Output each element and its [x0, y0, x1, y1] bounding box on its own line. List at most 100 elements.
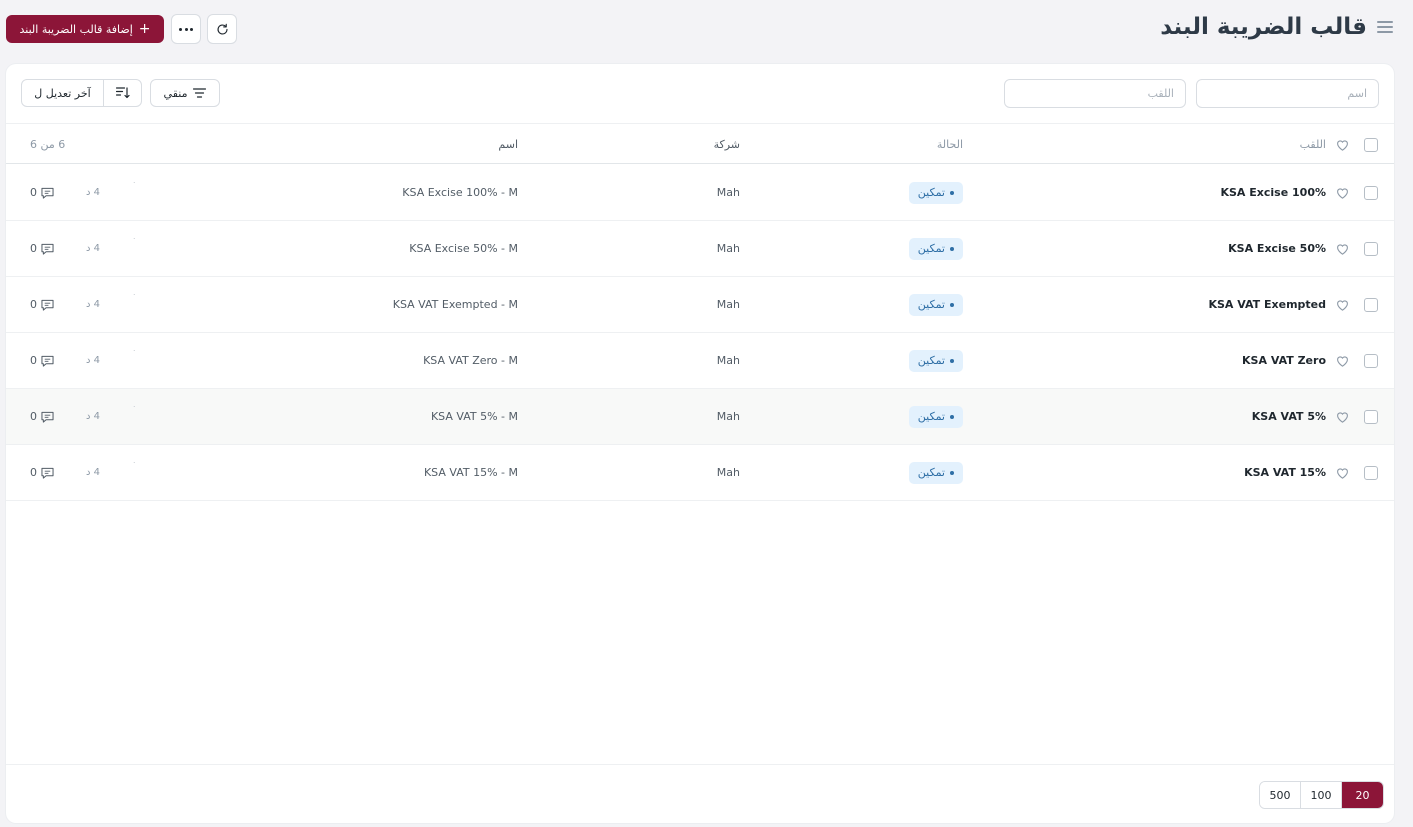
row-modified: 4 د	[86, 411, 101, 422]
row-checkbox[interactable]	[1364, 409, 1378, 424]
row-indicator: ˙	[132, 181, 137, 192]
status-cell: تمكين	[908, 165, 963, 220]
row-title[interactable]: KSA Excise 100%	[1220, 165, 1326, 220]
row-checkbox-cell	[1364, 445, 1378, 500]
status-badge: تمكين	[908, 181, 963, 204]
ellipsis-icon	[179, 27, 193, 31]
page-length-100[interactable]: 100	[1301, 782, 1342, 808]
row-checkbox-cell	[1364, 277, 1378, 332]
table-row[interactable]: KSA VAT Zero تمكين Mah KSA VAT Zero - M …	[6, 333, 1394, 389]
row-title[interactable]: KSA VAT 15%	[1244, 445, 1326, 500]
table-header: اللقب الحالة شركة اسم 6 من 6	[6, 125, 1394, 164]
row-indicator: ˙	[132, 461, 137, 472]
row-checkbox[interactable]	[1364, 241, 1378, 256]
row-modified: 4 د	[86, 187, 101, 198]
page-length-selector: 500 100 20	[1259, 781, 1384, 809]
column-company: شركة	[713, 138, 740, 151]
row-name: KSA Excise 100% - M	[402, 186, 518, 199]
comment-count: 0	[30, 277, 54, 332]
status-cell: تمكين	[908, 445, 963, 500]
row-title[interactable]: KSA Excise 50%	[1228, 221, 1326, 276]
page-length-500[interactable]: 500	[1260, 782, 1301, 808]
filter-button[interactable]: منقي	[150, 79, 220, 107]
table-row[interactable]: KSA Excise 50% تمكين Mah KSA Excise 50% …	[6, 221, 1394, 277]
row-name: KSA VAT 15% - M	[423, 466, 518, 479]
table-row[interactable]: KSA Excise 100% تمكين Mah KSA Excise 100…	[6, 165, 1394, 221]
row-company: Mah	[716, 466, 740, 479]
sort-selector: آخر تعديل ل	[21, 79, 142, 107]
heart-icon[interactable]	[1336, 277, 1349, 332]
row-company: Mah	[716, 354, 740, 367]
table-row[interactable]: KSA VAT Exempted تمكين Mah KSA VAT Exemp…	[6, 277, 1394, 333]
title-wrap: قالب الضريبة البند	[1160, 14, 1393, 40]
comment-count: 0	[30, 221, 54, 276]
comment-icon	[41, 467, 54, 479]
heart-icon[interactable]	[1336, 445, 1349, 500]
status-badge: تمكين	[908, 293, 963, 316]
refresh-icon	[216, 23, 228, 35]
row-company: Mah	[716, 410, 740, 423]
status-badge: تمكين	[908, 237, 963, 260]
row-modified: 4 د	[86, 243, 101, 254]
row-title[interactable]: KSA VAT Zero	[1242, 333, 1326, 388]
heart-icon[interactable]	[1336, 125, 1349, 164]
table-row[interactable]: KSA VAT 5% تمكين Mah KSA VAT 5% - M ˙ 4 …	[6, 389, 1394, 445]
select-all-checkbox-cell	[1364, 125, 1378, 164]
heart-icon[interactable]	[1336, 333, 1349, 388]
row-checkbox[interactable]	[1364, 353, 1378, 368]
select-all-checkbox[interactable]	[1364, 137, 1378, 152]
status-badge: تمكين	[908, 349, 963, 372]
comment-icon	[41, 187, 54, 199]
heart-icon[interactable]	[1336, 389, 1349, 444]
status-cell: تمكين	[908, 333, 963, 388]
status-badge: تمكين	[908, 405, 963, 428]
row-title[interactable]: KSA VAT 5%	[1252, 389, 1326, 444]
sort-field-button[interactable]: آخر تعديل ل	[22, 80, 104, 106]
row-checkbox-cell	[1364, 165, 1378, 220]
heart-icon[interactable]	[1336, 221, 1349, 276]
result-count: 6 من 6	[30, 138, 66, 151]
status-cell: تمكين	[908, 221, 963, 276]
column-name: اسم	[498, 138, 518, 151]
page-title: قالب الضريبة البند	[1160, 14, 1367, 40]
page-length-20[interactable]: 20	[1342, 782, 1383, 808]
table-row[interactable]: KSA VAT 15% تمكين Mah KSA VAT 15% - M ˙ …	[6, 445, 1394, 501]
list-footer: 500 100 20	[6, 764, 1394, 823]
row-checkbox-cell	[1364, 389, 1378, 444]
page-header: قالب الضريبة البند + إضافة قالب الضريبة …	[0, 0, 1413, 60]
comment-count: 0	[30, 333, 54, 388]
row-checkbox-cell	[1364, 333, 1378, 388]
plus-icon: +	[138, 21, 151, 37]
filter-icon	[193, 88, 207, 98]
sort-direction-button[interactable]	[104, 80, 141, 106]
column-status: الحالة	[936, 138, 963, 151]
row-company: Mah	[716, 298, 740, 311]
row-checkbox-cell	[1364, 221, 1378, 276]
comment-icon	[41, 411, 54, 423]
row-indicator: ˙	[132, 237, 137, 248]
more-actions-button[interactable]	[171, 14, 201, 44]
hamburger-icon[interactable]	[1377, 21, 1393, 33]
refresh-button[interactable]	[207, 14, 237, 44]
title-filter-input[interactable]: اللقب	[1004, 79, 1186, 108]
filter-bar: اسم اللقب منقي آخر تعديل ل	[6, 64, 1394, 124]
comment-icon	[41, 355, 54, 367]
row-title[interactable]: KSA VAT Exempted	[1208, 277, 1326, 332]
row-checkbox[interactable]	[1364, 465, 1378, 480]
add-button-label: إضافة قالب الضريبة البند	[19, 22, 133, 36]
comment-icon	[41, 299, 54, 311]
row-indicator: ˙	[132, 405, 137, 416]
row-company: Mah	[716, 186, 740, 199]
row-checkbox[interactable]	[1364, 297, 1378, 312]
comment-count: 0	[30, 165, 54, 220]
add-item-tax-template-button[interactable]: + إضافة قالب الضريبة البند	[6, 15, 164, 43]
list-card: اسم اللقب منقي آخر تعديل ل اللقب الحالة …	[6, 64, 1394, 823]
column-title: اللقب	[1299, 138, 1326, 151]
status-cell: تمكين	[908, 389, 963, 444]
row-checkbox[interactable]	[1364, 185, 1378, 200]
row-modified: 4 د	[86, 467, 101, 478]
name-filter-input[interactable]: اسم	[1196, 79, 1379, 108]
heart-icon[interactable]	[1336, 165, 1349, 220]
comment-icon	[41, 243, 54, 255]
row-indicator: ˙	[132, 293, 137, 304]
